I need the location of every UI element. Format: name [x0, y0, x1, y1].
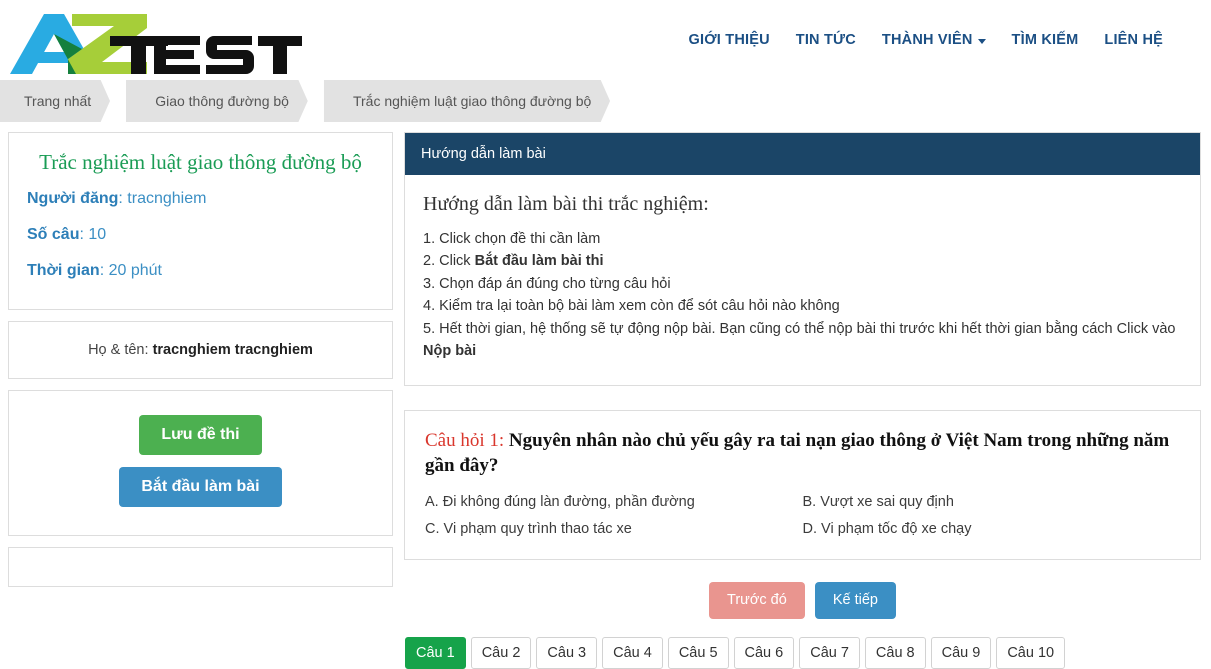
- meta-value: tracnghiem: [127, 190, 207, 208]
- question-tab-8[interactable]: Câu 8: [864, 636, 926, 669]
- breadcrumb-item-home[interactable]: Trang nhất: [0, 80, 125, 122]
- question-tab-7[interactable]: Câu 7: [799, 636, 860, 669]
- answer-options: A. Đi không đúng làn đường, phần đường B…: [425, 494, 1180, 537]
- meta-label: Số câu: [27, 226, 80, 244]
- guide-step: Chọn đáp án đúng cho từng câu hỏi: [423, 273, 1182, 295]
- content-column: Hướng dẫn làm bài Hướng dẫn làm bài thi …: [404, 132, 1203, 669]
- meta-label: Người đăng: [27, 190, 119, 208]
- question-tab-1[interactable]: Câu 1: [405, 636, 466, 669]
- meta-value: 10: [88, 226, 107, 244]
- guide-step-list: Click chọn đề thi cần làm Click Bắt đầu …: [423, 228, 1182, 363]
- user-name-panel: Họ & tên: tracnghiem tracnghiem: [8, 321, 393, 380]
- site-header: GIỚI THIỆU TIN TỨC THÀNH VIÊN TÌM KIẾM L…: [0, 0, 1211, 80]
- nav-label: THÀNH VIÊN: [881, 32, 973, 48]
- sidebar-extra-panel: [8, 547, 393, 588]
- nav-item-tim-kiem[interactable]: TÌM KIẾM: [1012, 32, 1079, 48]
- meta-row-question-count: Số câu: 10: [9, 217, 392, 253]
- breadcrumb-label: Giao thông đường bộ: [155, 93, 289, 109]
- guide-step-text: Hết thời gian, hệ thống sẽ tự động nộp b…: [439, 320, 1176, 337]
- aztest-logo[interactable]: [2, 6, 302, 74]
- question-tab-3[interactable]: Câu 3: [536, 636, 598, 669]
- question-tab-10[interactable]: Câu 10: [996, 636, 1066, 669]
- guide-step: Hết thời gian, hệ thống sẽ tự động nộp b…: [423, 318, 1182, 363]
- save-quiz-button[interactable]: Lưu đề thi: [139, 415, 262, 456]
- question-navigation-buttons: Trước đó Kế tiếp: [404, 582, 1201, 619]
- guide-heading: Hướng dẫn làm bài thi trắc nghiệm:: [423, 193, 709, 215]
- answer-option-b[interactable]: B. Vượt xe sai quy định: [803, 494, 1181, 510]
- quiz-title: Trắc nghiệm luật giao thông đường bộ: [39, 150, 362, 174]
- guide-step-bold: Bắt đầu làm bài thi: [474, 253, 604, 270]
- quiz-info-panel: Trắc nghiệm luật giao thông đường bộ Ngư…: [8, 132, 393, 311]
- meta-row-duration: Thời gian: 20 phút: [9, 253, 392, 289]
- next-question-button[interactable]: Kế tiếp: [814, 582, 896, 619]
- answer-option-d[interactable]: D. Vi phạm tốc độ xe chạy: [803, 521, 1181, 537]
- question-number-label: Câu hỏi 1:: [425, 429, 505, 451]
- action-buttons: Lưu đề thi Bắt đầu làm bài: [9, 391, 392, 535]
- breadcrumb-filler: [625, 80, 1211, 122]
- question-line: Câu hỏi 1: Nguyên nhân nào chủ yếu gây r…: [425, 429, 1180, 478]
- breadcrumb-item-category[interactable]: Giao thông đường bộ: [125, 80, 323, 122]
- breadcrumb: Trang nhất Giao thông đường bộ Trắc nghi…: [0, 80, 1211, 122]
- breadcrumb-label: Trang nhất: [24, 93, 92, 109]
- nav-item-thanh-vien[interactable]: THÀNH VIÊN: [882, 32, 986, 48]
- chevron-down-icon: [977, 38, 986, 44]
- nav-item-lien-he[interactable]: LIÊN HỆ: [1104, 32, 1163, 48]
- action-buttons-panel: Lưu đề thi Bắt đầu làm bài: [8, 390, 393, 537]
- nav-label: TIN TỨC: [795, 32, 856, 48]
- start-quiz-button[interactable]: Bắt đầu làm bài: [119, 467, 282, 508]
- guide-panel: Hướng dẫn làm bài Hướng dẫn làm bài thi …: [404, 132, 1201, 386]
- breadcrumb-item-current[interactable]: Trắc nghiệm luật giao thông đường bộ: [323, 80, 625, 122]
- previous-question-button[interactable]: Trước đó: [709, 582, 805, 619]
- nav-label: GIỚI THIỆU: [688, 32, 770, 48]
- question-tab-5[interactable]: Câu 5: [667, 636, 729, 669]
- guide-step: Click chọn đề thi cần làm: [423, 228, 1182, 250]
- question-text: Nguyên nhân nào chủ yếu gây ra tai nạn g…: [425, 429, 1170, 476]
- question-tab-4[interactable]: Câu 4: [602, 636, 663, 669]
- answer-option-a[interactable]: A. Đi không đúng làn đường, phần đường: [425, 494, 803, 510]
- nav-item-tin-tuc[interactable]: TIN TỨC: [796, 32, 856, 48]
- nav-item-gioi-thieu[interactable]: GIỚI THIỆU: [689, 32, 770, 48]
- meta-label: Thời gian: [27, 262, 100, 280]
- nav-label: TÌM KIẾM: [1011, 32, 1079, 48]
- guide-step: Kiểm tra lại toàn bộ bài làm xem còn để …: [423, 295, 1182, 317]
- user-name-label: Họ & tên:: [88, 342, 149, 359]
- question-number-tabs: Câu 1 Câu 2 Câu 3 Câu 4 Câu 5 Câu 6 Câu …: [404, 636, 1201, 669]
- guide-step-text: Click chọn đề thi cần làm: [439, 231, 601, 247]
- main-content: Trắc nghiệm luật giao thông đường bộ Ngư…: [0, 122, 1211, 669]
- guide-panel-body: Hướng dẫn làm bài thi trắc nghiệm: Click…: [405, 175, 1200, 385]
- guide-step-bold: Nộp bài: [423, 343, 477, 360]
- guide-step-text: Chọn đáp án đúng cho từng câu hỏi: [439, 275, 671, 292]
- meta-row-author: Người đăng: tracnghiem: [9, 181, 392, 217]
- guide-step-text: Click: [439, 253, 475, 270]
- question-panel: Câu hỏi 1: Nguyên nhân nào chủ yếu gây r…: [404, 409, 1201, 561]
- guide-panel-header: Hướng dẫn làm bài: [405, 133, 1200, 175]
- sidebar: Trắc nghiệm luật giao thông đường bộ Ngư…: [8, 132, 393, 598]
- user-name-value: tracnghiem tracnghiem: [152, 342, 313, 359]
- guide-step: Click Bắt đầu làm bài thi: [423, 250, 1182, 272]
- user-name-row: Họ & tên: tracnghiem tracnghiem: [9, 322, 392, 378]
- meta-colon: :: [118, 190, 128, 208]
- answer-option-c[interactable]: C. Vi phạm quy trình thao tác xe: [425, 521, 803, 537]
- question-tab-6[interactable]: Câu 6: [733, 636, 795, 669]
- meta-colon: :: [99, 262, 109, 280]
- meta-value: 20 phút: [108, 262, 162, 280]
- main-navigation: GIỚI THIỆU TIN TỨC THÀNH VIÊN TÌM KIẾM L…: [689, 32, 1191, 48]
- question-tab-2[interactable]: Câu 2: [470, 636, 532, 669]
- guide-step-text: Kiểm tra lại toàn bộ bài làm xem còn để …: [439, 298, 840, 315]
- breadcrumb-label: Trắc nghiệm luật giao thông đường bộ: [352, 93, 592, 109]
- nav-label: LIÊN HỆ: [1104, 32, 1163, 48]
- question-tab-9[interactable]: Câu 9: [930, 636, 992, 669]
